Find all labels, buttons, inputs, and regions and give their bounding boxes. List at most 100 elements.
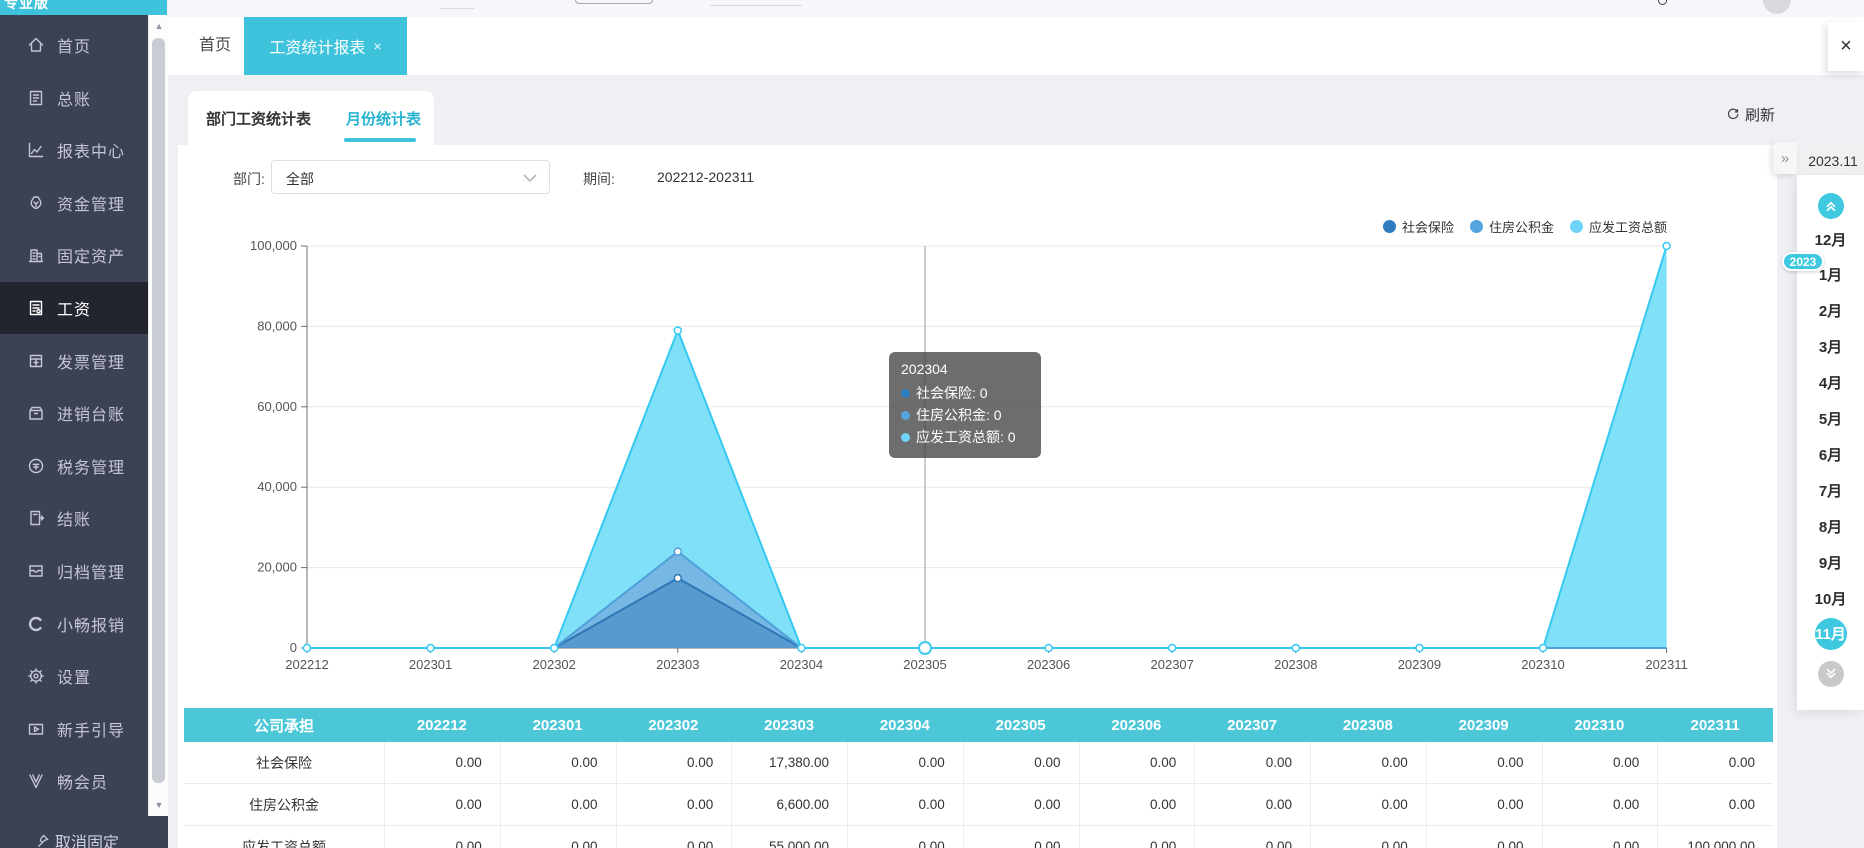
months-scroll-up-button[interactable] xyxy=(1818,193,1844,219)
value-cell: 0.00 xyxy=(500,826,616,848)
table-header-cell: 202302 xyxy=(616,708,732,742)
sidebar-item-label: 总账 xyxy=(57,86,91,110)
tooltip-row: 住房公积金: 0 xyxy=(901,404,1029,426)
tooltip-row: 社会保险: 0 xyxy=(901,382,1029,404)
sidebar-item-member[interactable]: 畅会员 xyxy=(0,755,148,807)
month-item-5月[interactable]: 5月 xyxy=(1797,403,1864,435)
value-cell: 0.00 xyxy=(1426,826,1542,848)
value-cell: 0.00 xyxy=(963,742,1079,783)
chart-tooltip: 202304 社会保险: 0住房公积金: 0应发工资总额: 0 xyxy=(889,352,1041,458)
month-item-4月[interactable]: 4月 xyxy=(1797,367,1864,399)
value-cell: 0.00 xyxy=(1194,742,1310,783)
subtab-month-report[interactable]: 月份统计表 xyxy=(346,108,421,129)
tab-salary-report[interactable]: 工资统计报表 × xyxy=(244,17,407,75)
svg-text:202311: 202311 xyxy=(1645,657,1687,672)
current-period-box[interactable]: 2023.11 xyxy=(1802,148,1864,173)
month-item-6月[interactable]: 6月 xyxy=(1797,438,1864,470)
sidebar-item-closing[interactable]: 结账 xyxy=(0,492,148,544)
scroll-down-arrow-icon[interactable]: ▼ xyxy=(149,800,169,810)
table-header-cell: 202308 xyxy=(1310,708,1426,742)
month-item-10月[interactable]: 10月 xyxy=(1797,582,1864,614)
table-row: 住房公积金0.000.000.006,600.000.000.000.000.0… xyxy=(184,784,1773,826)
value-cell: 0.00 xyxy=(616,826,732,848)
tooltip-series-dot-icon xyxy=(901,389,910,398)
sidebar-item-invoice[interactable]: 发票管理 xyxy=(0,335,148,387)
sidebar-item-funds[interactable]: 资金管理 xyxy=(0,177,148,229)
panel-expand-button[interactable]: » xyxy=(1773,142,1797,174)
toolbar-remnant-line xyxy=(440,8,474,9)
sidebar-item-label: 首页 xyxy=(57,33,91,57)
svg-text:202310: 202310 xyxy=(1521,657,1564,672)
month-item-3月[interactable]: 3月 xyxy=(1797,331,1864,363)
sidebar-scrollbar-thumb[interactable] xyxy=(152,38,165,783)
sidebar-item-label: 归档管理 xyxy=(57,559,125,583)
value-cell: 0.00 xyxy=(1426,784,1542,825)
tab-home[interactable]: 首页 xyxy=(190,17,240,75)
sidebar-item-reports[interactable]: 报表中心 xyxy=(0,124,148,176)
top-toolbar-cropped xyxy=(168,0,1864,17)
avatar[interactable] xyxy=(1763,0,1791,14)
sidebar-item-inventory[interactable]: 进销台账 xyxy=(0,387,148,439)
unpin-label: 取消固定 xyxy=(55,829,119,848)
page-close-button[interactable]: × xyxy=(1828,22,1864,71)
svg-text:0: 0 xyxy=(290,640,297,655)
sidebar-footer-unpin[interactable]: 取消固定 xyxy=(0,816,168,848)
sidebar-item-reimburse[interactable]: 小畅报销 xyxy=(0,598,148,650)
guide-icon xyxy=(26,719,46,739)
brand-bar: 专业版 xyxy=(0,0,167,15)
months-scroll-down-button[interactable] xyxy=(1818,661,1844,687)
scroll-up-arrow-icon[interactable]: ▲ xyxy=(149,21,169,31)
table-header-cell: 202310 xyxy=(1542,708,1658,742)
value-cell: 0.00 xyxy=(847,826,963,848)
svg-text:202302: 202302 xyxy=(533,657,576,672)
period-filter-label: 期间: xyxy=(583,169,615,189)
month-item-9月[interactable]: 9月 xyxy=(1797,546,1864,578)
table-header-cell: 202311 xyxy=(1657,708,1773,742)
month-item-2月[interactable]: 2月 xyxy=(1797,295,1864,327)
sidebar-item-archive[interactable]: 归档管理 xyxy=(0,545,148,597)
tab-close-icon[interactable]: × xyxy=(373,38,381,54)
svg-text:60,000: 60,000 xyxy=(257,399,297,414)
sidebar-item-home[interactable]: 首页 xyxy=(0,19,148,71)
subtab-department-report[interactable]: 部门工资统计表 xyxy=(206,108,311,129)
closing-icon xyxy=(26,508,46,528)
notification-bell-icon[interactable] xyxy=(1658,0,1667,5)
refresh-button[interactable]: 刷新 xyxy=(1726,103,1775,125)
svg-text:202304: 202304 xyxy=(780,657,823,672)
value-cell: 0.00 xyxy=(384,742,500,783)
sidebar-item-tax[interactable]: 税务管理 xyxy=(0,440,148,492)
svg-text:202308: 202308 xyxy=(1274,657,1317,672)
month-item-1月[interactable]: 1月 xyxy=(1797,259,1864,291)
month-item-7月[interactable]: 7月 xyxy=(1797,474,1864,506)
pin-icon xyxy=(34,833,50,848)
month-item-8月[interactable]: 8月 xyxy=(1797,510,1864,542)
reimburse-icon xyxy=(26,614,46,634)
table-header-cell: 202307 xyxy=(1194,708,1310,742)
edition-label: 专业版 xyxy=(4,0,49,13)
month-item-11月[interactable]: 11月 xyxy=(1797,618,1864,650)
double-chevron-up-icon xyxy=(1823,198,1839,214)
tooltip-title: 202304 xyxy=(901,361,1029,377)
sidebar-item-settings[interactable]: 设置 xyxy=(0,650,148,702)
sidebar-item-label: 税务管理 xyxy=(57,454,125,478)
sidebar-item-guide[interactable]: 新手引导 xyxy=(0,703,148,755)
month-item-12月[interactable]: 12月 xyxy=(1797,223,1864,255)
table-row: 应发工资总额0.000.000.0055,000.000.000.000.000… xyxy=(184,826,1773,848)
sidebar-item-label: 固定资产 xyxy=(57,243,125,267)
salary-icon xyxy=(26,298,46,318)
value-cell: 0.00 xyxy=(1657,742,1773,783)
sidebar-item-salary[interactable]: 工资 xyxy=(0,282,148,334)
tooltip-series-dot-icon xyxy=(901,411,910,420)
department-select[interactable]: 全部 xyxy=(271,160,550,194)
toolbar-remnant-button[interactable] xyxy=(575,0,653,4)
table-header-cell: 202306 xyxy=(1079,708,1195,742)
tab-bar: 首页 工资统计报表 × xyxy=(168,17,1864,75)
double-chevron-down-icon xyxy=(1823,666,1839,682)
sidebar-item-ledger[interactable]: 总账 xyxy=(0,72,148,124)
sidebar-scrollbar[interactable]: ▲ ▼ xyxy=(148,15,168,848)
month-panel: 2023 12月1月2月3月4月5月6月7月8月9月10月11月 xyxy=(1797,175,1864,710)
value-cell: 0.00 xyxy=(384,826,500,848)
sidebar-item-fixed-assets[interactable]: 固定资产 xyxy=(0,229,148,281)
inventory-icon xyxy=(26,403,46,423)
value-cell: 0.00 xyxy=(616,742,732,783)
